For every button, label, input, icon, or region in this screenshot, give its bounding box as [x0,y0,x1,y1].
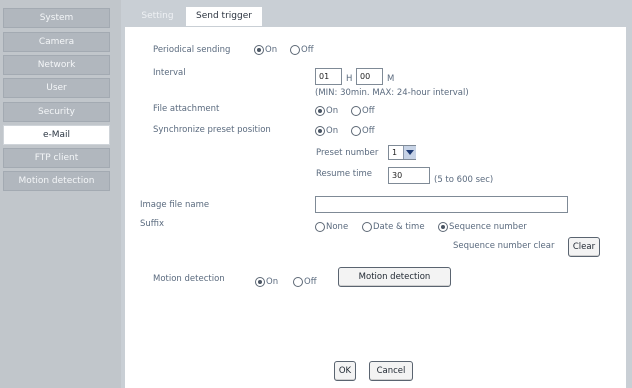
suffix-sequence-radio[interactable] [438,222,448,232]
motion-detection-button[interactable]: Motion detection [338,267,451,287]
sync-preset-off-label: Off [362,126,375,136]
sync-preset-on-radio[interactable] [315,126,325,136]
suffix-label: Suffix [140,219,165,229]
interval-minutes-input[interactable]: 00 [356,68,383,85]
ok-button[interactable]: OK [334,361,356,381]
tab-setting[interactable]: Setting [131,7,184,26]
file-attachment-off-radio[interactable] [351,106,361,116]
periodical-sending-label: Periodical sending [153,45,231,55]
suffix-none-radio[interactable] [315,222,325,232]
cancel-button[interactable]: Cancel [369,361,413,381]
periodical-off-radio[interactable] [290,45,300,55]
file-attachment-label: File attachment [153,104,220,114]
sidebar-item-security[interactable]: Security [3,102,110,122]
motion-on-label: On [266,277,279,287]
chevron-down-icon[interactable] [403,146,416,159]
sidebar-item-camera[interactable]: Camera [3,32,110,52]
file-attachment-on-label: On [326,106,339,116]
motion-on-radio[interactable] [255,277,265,287]
motion-off-radio[interactable] [293,277,303,287]
sidebar-item-email[interactable]: e-Mail [3,125,110,145]
image-file-name-label: Image file name [140,200,210,210]
periodical-off-label: Off [301,45,314,55]
suffix-none-label: None [326,222,349,232]
interval-label: Interval [153,68,186,78]
preset-number-label: Preset number [316,148,379,158]
sidebar-item-system[interactable]: System [3,8,110,28]
tab-send-trigger[interactable]: Send trigger [186,7,262,26]
interval-hours-unit: H [346,74,353,84]
resume-time-label: Resume time [316,169,372,179]
interval-hint: (MIN: 30min. MAX: 24-hour interval) [315,88,469,98]
file-attachment-off-label: Off [362,106,375,116]
sync-preset-off-radio[interactable] [351,126,361,136]
image-file-name-input[interactable] [315,196,568,213]
suffix-sequence-label: Sequence number [449,222,527,232]
periodical-on-radio[interactable] [254,45,264,55]
sequence-clear-label: Sequence number clear [453,241,555,251]
sidebar-item-motion-detection[interactable]: Motion detection [3,171,110,191]
sidebar: System Camera Network User Security e-Ma… [0,0,121,388]
suffix-date-time-label: Date & time [373,222,425,232]
sidebar-item-ftp-client[interactable]: FTP client [3,148,110,168]
sync-preset-label: Synchronize preset position [153,125,271,135]
file-attachment-on-radio[interactable] [315,106,325,116]
motion-off-label: Off [304,277,317,287]
resume-time-input[interactable]: 30 [388,167,430,184]
resume-time-hint: (5 to 600 sec) [434,175,494,185]
motion-detection-label: Motion detection [153,274,225,284]
sync-preset-on-label: On [326,126,339,136]
interval-minutes-unit: M [387,74,395,84]
sidebar-item-user[interactable]: User [3,78,110,98]
sidebar-item-network[interactable]: Network [3,55,110,75]
clear-button[interactable]: Clear [568,237,600,257]
interval-hours-input[interactable]: 01 [315,68,342,85]
periodical-on-label: On [265,45,278,55]
suffix-date-time-radio[interactable] [362,222,372,232]
